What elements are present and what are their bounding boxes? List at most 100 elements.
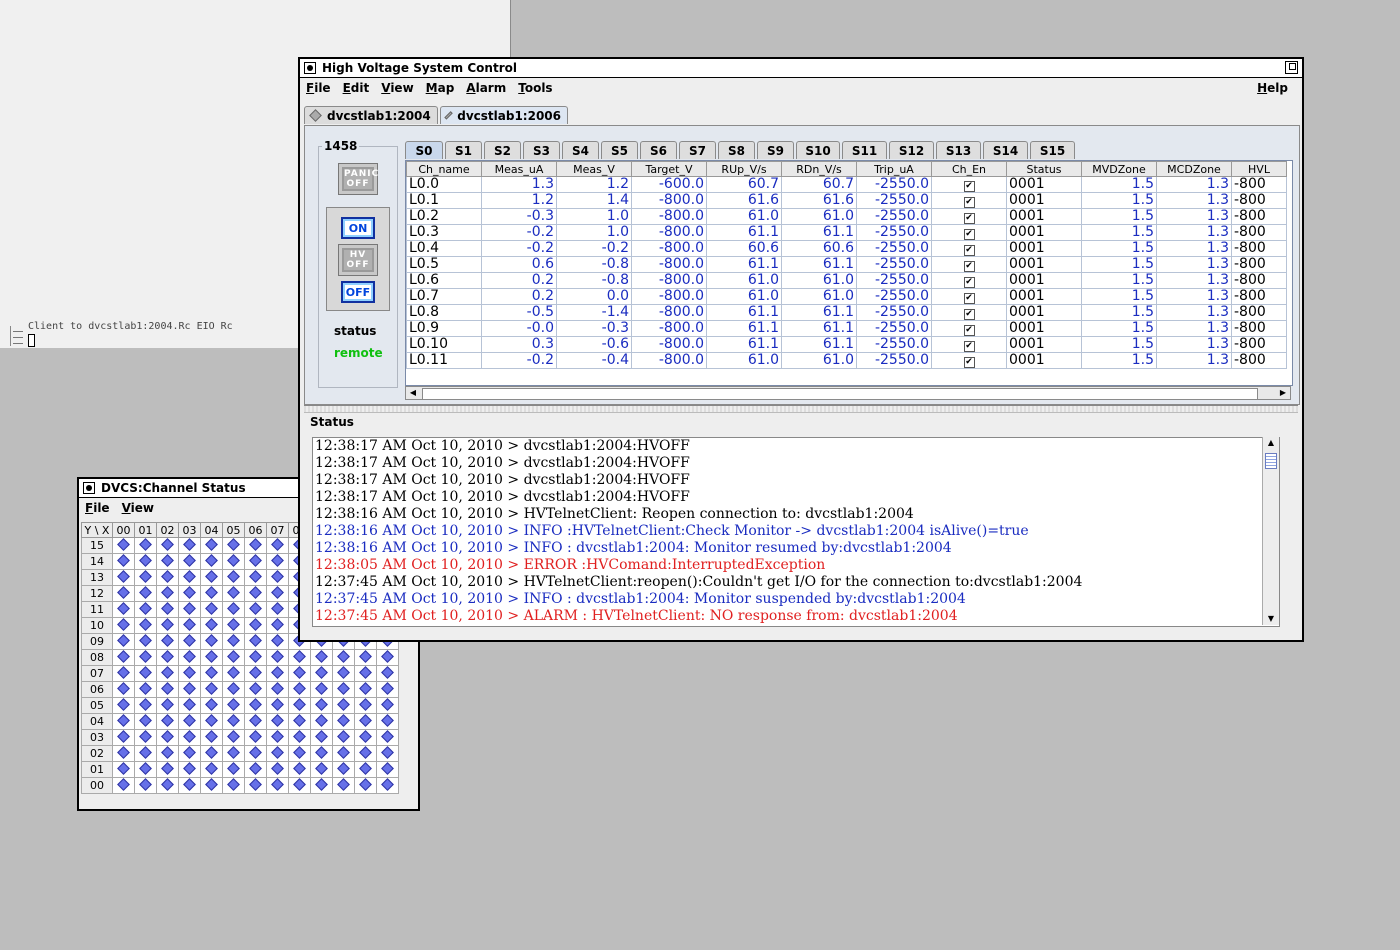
- channel-cell[interactable]: [288, 761, 311, 778]
- table-cell[interactable]: 61.1: [781, 224, 857, 241]
- channel-cell[interactable]: [112, 713, 135, 730]
- checkbox-icon[interactable]: ✔: [963, 197, 975, 208]
- table-cell[interactable]: 0001: [1006, 256, 1082, 273]
- table-cell[interactable]: -800: [1231, 176, 1287, 193]
- channel-cell[interactable]: [200, 553, 223, 570]
- channel-cell[interactable]: [156, 729, 179, 746]
- table-cell[interactable]: -0.0: [481, 320, 557, 337]
- channel-cell[interactable]: [112, 697, 135, 714]
- table-cell[interactable]: 61.0: [781, 272, 857, 289]
- table-cell[interactable]: 1.2: [481, 192, 557, 209]
- channel-cell[interactable]: [310, 777, 333, 794]
- channel-cell[interactable]: [376, 649, 399, 666]
- channel-cell[interactable]: [178, 729, 201, 746]
- channel-enable-cell[interactable]: ✔: [931, 192, 1007, 209]
- channel-cell[interactable]: [244, 585, 267, 602]
- channel-cell[interactable]: [244, 713, 267, 730]
- channel-cell[interactable]: [156, 569, 179, 586]
- channel-cell[interactable]: [354, 761, 377, 778]
- channel-enable-cell[interactable]: ✔: [931, 224, 1007, 241]
- channel-cell[interactable]: [222, 537, 245, 554]
- table-cell[interactable]: 61.1: [781, 256, 857, 273]
- table-cell[interactable]: -800.0: [631, 352, 707, 369]
- channel-cell[interactable]: [156, 697, 179, 714]
- channel-cell[interactable]: [156, 761, 179, 778]
- table-cell[interactable]: -800.0: [631, 336, 707, 353]
- table-cell[interactable]: 1.3: [1156, 272, 1232, 289]
- channel-cell[interactable]: [266, 713, 289, 730]
- table-cell[interactable]: -2550.0: [856, 288, 932, 305]
- table-cell[interactable]: 60.6: [706, 240, 782, 257]
- table-cell[interactable]: 1.3: [1156, 240, 1232, 257]
- table-cell[interactable]: -800: [1231, 272, 1287, 289]
- column-header[interactable]: MVDZone: [1081, 161, 1157, 177]
- channel-cell[interactable]: [266, 729, 289, 746]
- log-vertical-scrollbar[interactable]: ▲ ▼: [1262, 437, 1279, 625]
- checkbox-icon[interactable]: ✔: [963, 213, 975, 224]
- channel-cell[interactable]: [310, 761, 333, 778]
- table-cell[interactable]: 1.5: [1081, 224, 1157, 241]
- table-cell[interactable]: -2550.0: [856, 224, 932, 241]
- channel-cell[interactable]: [156, 745, 179, 762]
- checkbox-icon[interactable]: ✔: [963, 261, 975, 272]
- table-cell[interactable]: 0.6: [481, 256, 557, 273]
- table-cell[interactable]: 1.5: [1081, 352, 1157, 369]
- table-cell[interactable]: -0.8: [556, 256, 632, 273]
- channel-cell[interactable]: [112, 553, 135, 570]
- channel-cell[interactable]: [354, 745, 377, 762]
- channel-cell[interactable]: [376, 745, 399, 762]
- channel-cell[interactable]: [288, 729, 311, 746]
- channel-cell[interactable]: [222, 649, 245, 666]
- channel-cell[interactable]: [222, 617, 245, 634]
- channel-cell[interactable]: [156, 649, 179, 666]
- channel-cell[interactable]: [222, 729, 245, 746]
- table-cell[interactable]: L0.10: [406, 336, 482, 353]
- table-cell[interactable]: 61.1: [706, 224, 782, 241]
- column-header[interactable]: Meas_V: [556, 161, 632, 177]
- channel-cell[interactable]: [244, 617, 267, 634]
- channel-cell[interactable]: [288, 697, 311, 714]
- table-cell[interactable]: 61.0: [706, 352, 782, 369]
- channel-cell[interactable]: [332, 649, 355, 666]
- channel-cell[interactable]: [112, 649, 135, 666]
- table-cell[interactable]: -2550.0: [856, 208, 932, 225]
- channel-cell[interactable]: [244, 745, 267, 762]
- table-cell[interactable]: L0.2: [406, 208, 482, 225]
- table-cell[interactable]: L0.11: [406, 352, 482, 369]
- table-cell[interactable]: 1.5: [1081, 272, 1157, 289]
- table-cell[interactable]: 1.2: [556, 176, 632, 193]
- table-cell[interactable]: -1.4: [556, 304, 632, 321]
- table-row[interactable]: L0.10 0.3 -0.6 -800.0 61.1 61.1 -2550.0 ✔ 0001 1.…: [406, 336, 1287, 353]
- table-cell[interactable]: 0001: [1006, 192, 1082, 209]
- channel-cell[interactable]: [200, 617, 223, 634]
- slot-tab-s4[interactable]: S4: [562, 141, 599, 159]
- checkbox-icon[interactable]: ✔: [963, 245, 975, 256]
- channel-cell[interactable]: [156, 713, 179, 730]
- channel-cell[interactable]: [266, 697, 289, 714]
- table-row[interactable]: L0.2 -0.3 1.0 -800.0 61.0 61.0 -2550.0 ✔ 0001 1.5…: [406, 208, 1287, 225]
- table-cell[interactable]: L0.0: [406, 176, 482, 193]
- channel-cell[interactable]: [332, 777, 355, 794]
- table-horizontal-scrollbar[interactable]: ◀ ▶: [405, 386, 1291, 400]
- channel-cell[interactable]: [156, 601, 179, 618]
- channel-cell[interactable]: [156, 585, 179, 602]
- table-cell[interactable]: 1.3: [1156, 304, 1232, 321]
- channel-cell[interactable]: [244, 537, 267, 554]
- table-cell[interactable]: 1.5: [1081, 176, 1157, 193]
- slot-tab-s11[interactable]: S11: [842, 141, 887, 159]
- channel-cell[interactable]: [134, 665, 157, 682]
- channel-cell[interactable]: [134, 697, 157, 714]
- slot-tab-s10[interactable]: S10: [796, 141, 840, 159]
- channel-enable-cell[interactable]: ✔: [931, 240, 1007, 257]
- channel-cell[interactable]: [222, 697, 245, 714]
- channel-cell[interactable]: [244, 681, 267, 698]
- slot-tab-s9[interactable]: S9: [757, 141, 794, 159]
- channel-cell[interactable]: [288, 713, 311, 730]
- table-cell[interactable]: 0001: [1006, 224, 1082, 241]
- table-cell[interactable]: L0.1: [406, 192, 482, 209]
- channel-cell[interactable]: [332, 713, 355, 730]
- channel-cell[interactable]: [112, 601, 135, 618]
- channel-cell[interactable]: [332, 697, 355, 714]
- table-cell[interactable]: 1.3: [1156, 336, 1232, 353]
- channel-cell[interactable]: [112, 617, 135, 634]
